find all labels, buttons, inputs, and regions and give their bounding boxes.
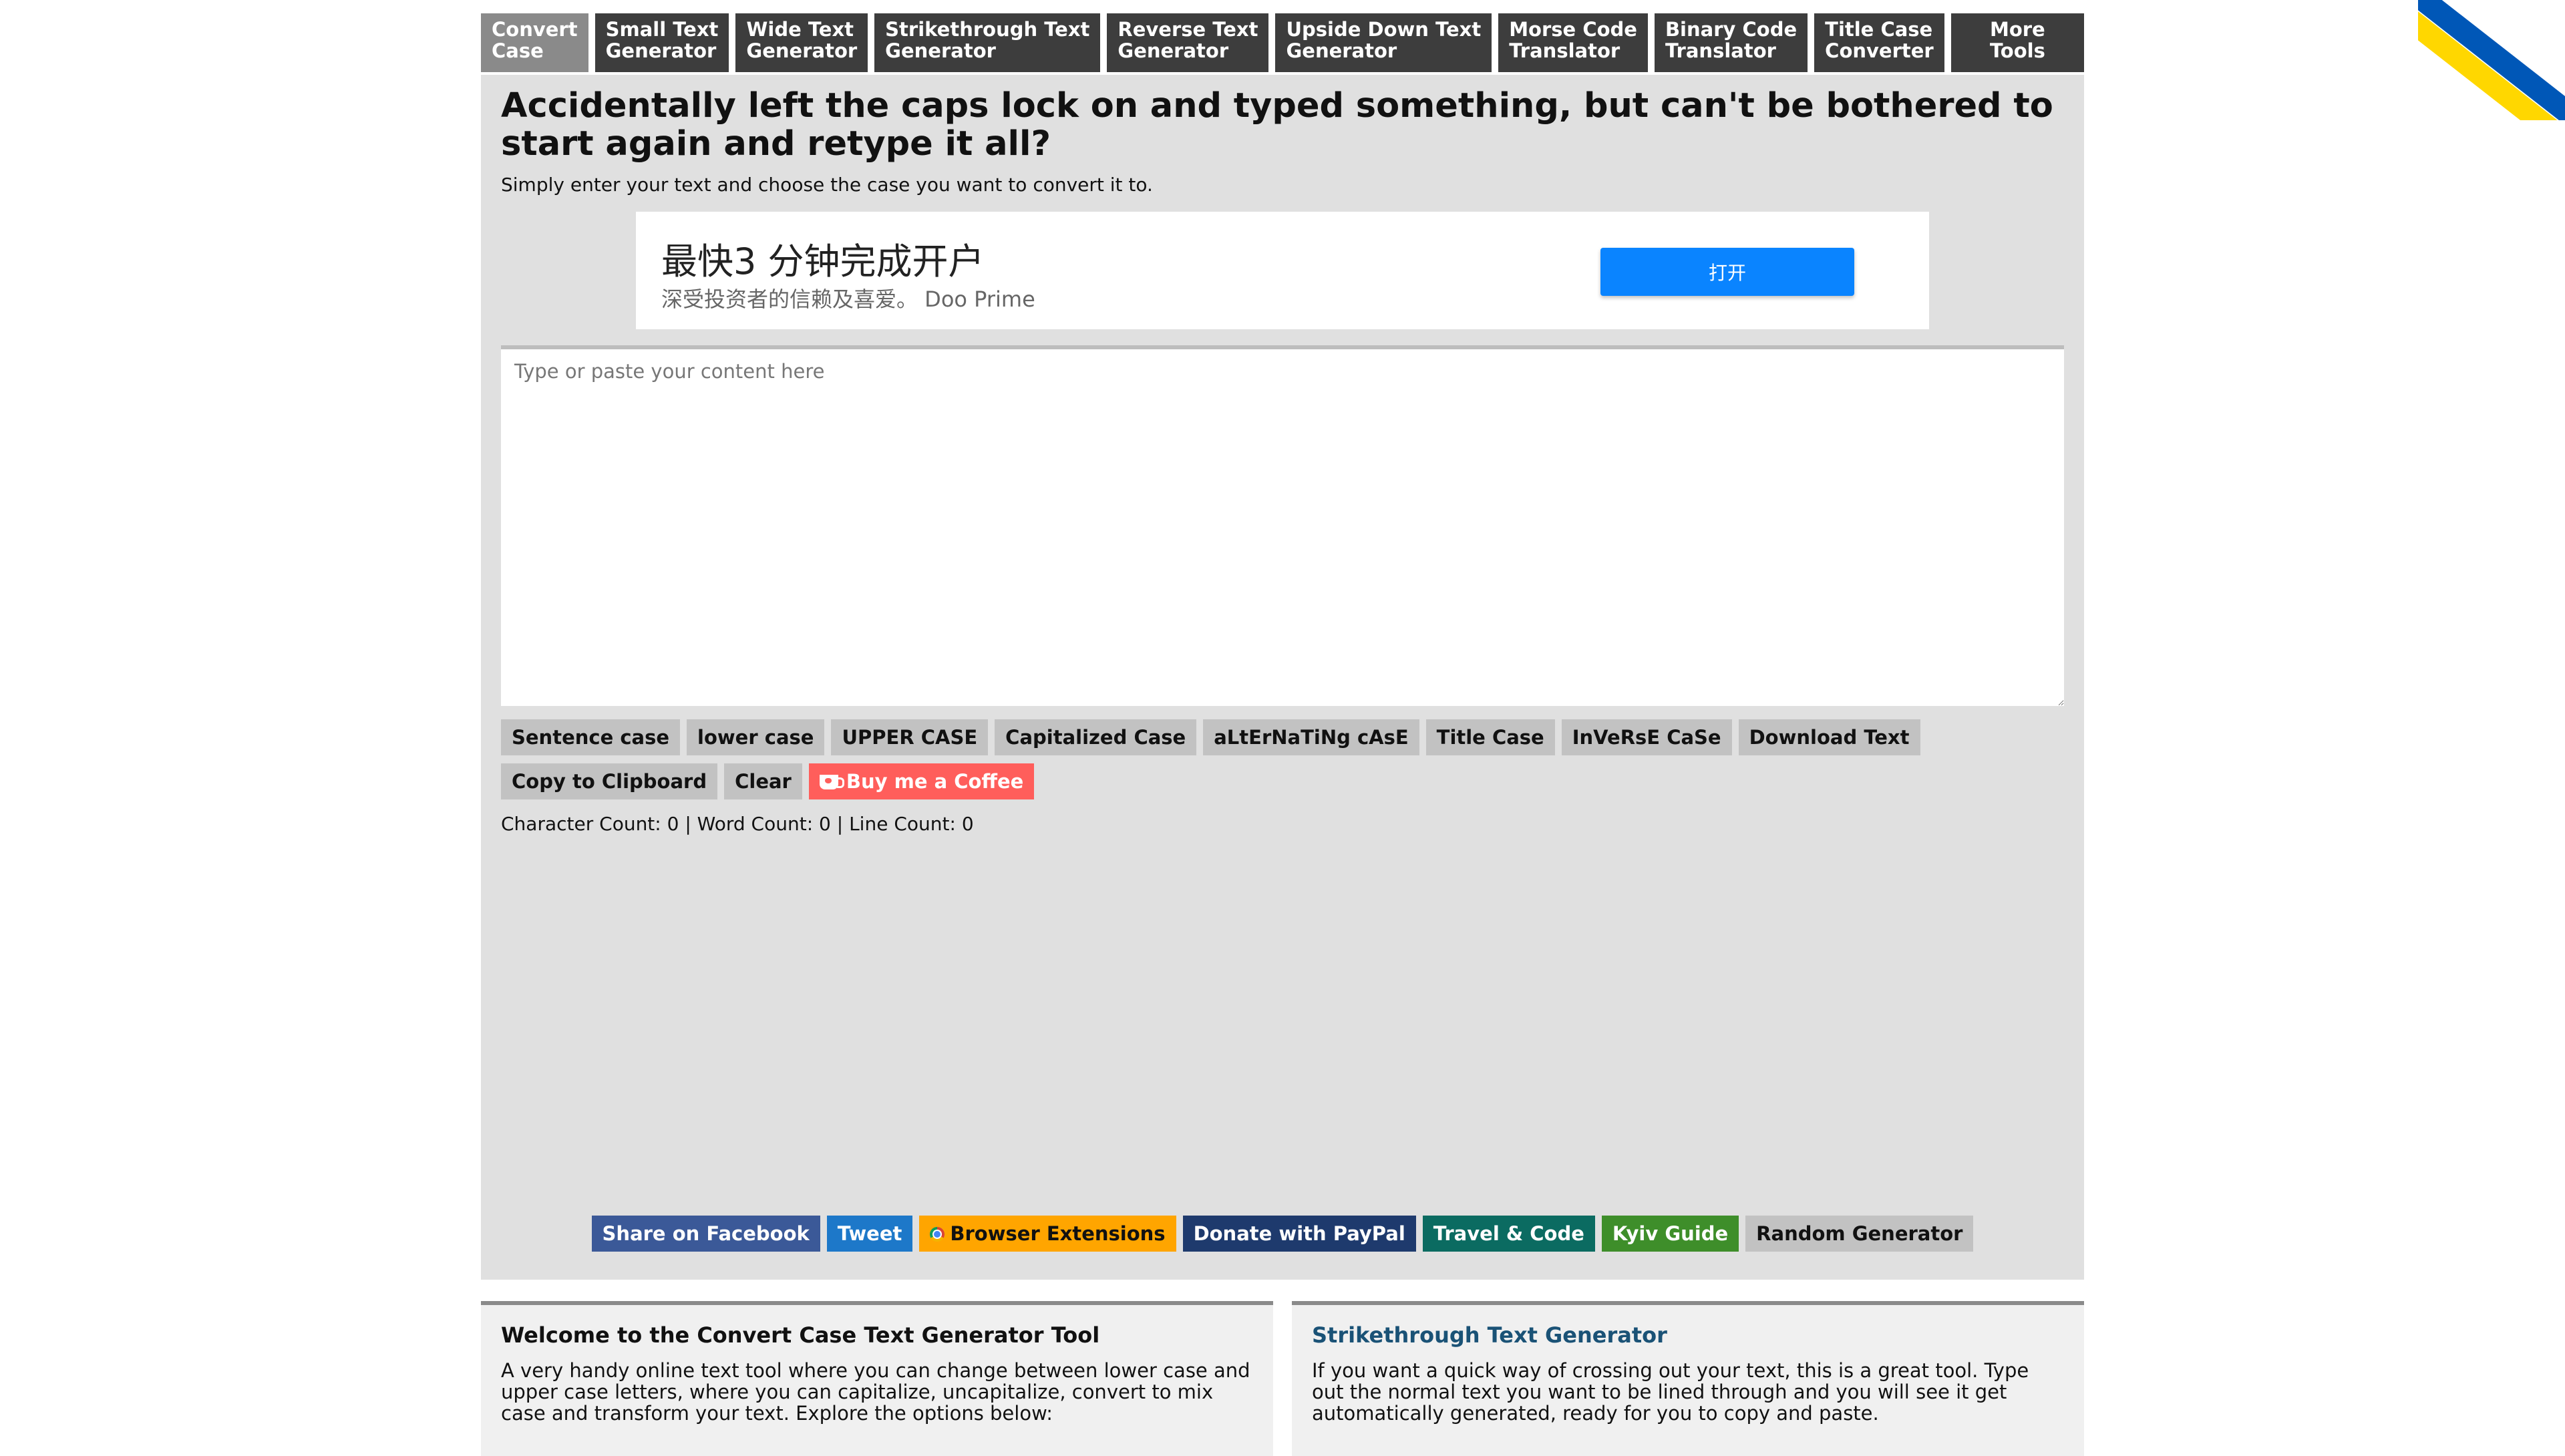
random-generator-button[interactable]: Random Generator: [1745, 1216, 1974, 1252]
page-wrapper: Convert Case Small Text Generator Wide T…: [481, 13, 2084, 1456]
nav-label-line2: Converter: [1825, 39, 1934, 62]
nav-label-line2: Translator: [1665, 39, 1776, 62]
coffee-button-label: Buy me a Coffee: [846, 770, 1024, 793]
ad-open-button[interactable]: 打开: [1600, 248, 1854, 296]
inverse-case-button[interactable]: InVeRsE CaSe: [1561, 719, 1732, 755]
nav-label-line2: Generator: [746, 39, 858, 62]
nav-label-line2: Generator: [1118, 39, 1229, 62]
browser-extensions-button[interactable]: Browser Extensions: [919, 1216, 1176, 1252]
nav-label-line2: Generator: [605, 39, 717, 62]
nav-label-line1: Convert: [492, 18, 578, 41]
sentence-case-button[interactable]: Sentence case: [501, 719, 681, 755]
ad-description: 深受投资者的信赖及喜爱。 Doo Prime: [661, 287, 1035, 312]
nav-title-case-converter[interactable]: Title Case Converter: [1814, 13, 1944, 72]
browser-extensions-label: Browser Extensions: [950, 1222, 1166, 1245]
copy-to-clipboard-button[interactable]: Copy to Clipboard: [501, 763, 718, 799]
tweet-button[interactable]: Tweet: [826, 1216, 913, 1252]
chrome-icon: [930, 1227, 945, 1242]
welcome-card: Welcome to the Convert Case Text Generat…: [481, 1301, 1273, 1456]
nav-label-line1: Reverse Text: [1118, 18, 1258, 41]
share-facebook-button[interactable]: Share on Facebook: [591, 1216, 820, 1252]
nav-strikethrough-text-generator[interactable]: Strikethrough Text Generator: [874, 13, 1101, 72]
nav-label-line2: Generator: [1286, 39, 1397, 62]
nav-small-text-generator[interactable]: Small Text Generator: [594, 13, 729, 72]
nav-label-line1: Upside Down Text: [1286, 18, 1482, 41]
share-links-row: Share on Facebook Tweet Browser Extensio…: [481, 1216, 2084, 1252]
ribbon-blue-stripe: [2418, 0, 2565, 120]
info-cards: Welcome to the Convert Case Text Generat…: [481, 1301, 2084, 1456]
case-buttons-row: Sentence case lower case UPPER CASE Capi…: [501, 719, 2064, 755]
nav-label-line2: Case: [492, 39, 544, 62]
nav-label-line1: Small Text: [605, 18, 719, 41]
nav-binary-code-translator[interactable]: Binary Code Translator: [1654, 13, 1808, 72]
nav-convert-case[interactable]: Convert Case: [481, 13, 588, 72]
advertisement-banner[interactable]: 最快3 分钟完成开户 深受投资者的信赖及喜爱。 Doo Prime 打开: [636, 212, 1929, 329]
welcome-card-text: A very handy online text tool where you …: [501, 1359, 1250, 1425]
nav-reverse-text-generator[interactable]: Reverse Text Generator: [1107, 13, 1269, 72]
ukraine-flag-ribbon: [2418, 0, 2565, 120]
top-navigation: Convert Case Small Text Generator Wide T…: [481, 13, 2084, 72]
travel-and-code-button[interactable]: Travel & Code: [1422, 1216, 1595, 1252]
lower-case-button[interactable]: lower case: [687, 719, 825, 755]
page-subtitle: Simply enter your text and choose the ca…: [501, 174, 1153, 196]
nav-upside-down-text-generator[interactable]: Upside Down Text Generator: [1275, 13, 1492, 72]
kyiv-guide-button[interactable]: Kyiv Guide: [1601, 1216, 1739, 1252]
welcome-card-title: Welcome to the Convert Case Text Generat…: [501, 1322, 1100, 1348]
nav-label-line1: Morse Code: [1509, 18, 1637, 41]
clear-button[interactable]: Clear: [724, 763, 802, 799]
strikethrough-card-link[interactable]: Strikethrough Text Generator: [1312, 1322, 1667, 1348]
alternating-case-button[interactable]: aLtErNaTiNg cAsE: [1203, 719, 1419, 755]
capitalized-case-button[interactable]: Capitalized Case: [995, 719, 1197, 755]
coffee-cup-icon: [819, 775, 844, 789]
page-title: Accidentally left the caps lock on and t…: [501, 86, 2053, 164]
title-case-button[interactable]: Title Case: [1425, 719, 1555, 755]
donate-paypal-button[interactable]: Donate with PayPal: [1182, 1216, 1416, 1252]
nav-wide-text-generator[interactable]: Wide Text Generator: [735, 13, 868, 72]
ad-title: 最快3 分钟完成开户: [661, 240, 985, 283]
nav-more-tools[interactable]: More Tools: [1950, 13, 2084, 72]
buy-me-a-coffee-button[interactable]: Buy me a Coffee: [808, 763, 1035, 799]
nav-label-line1: Strikethrough Text: [885, 18, 1090, 41]
nav-label-line2: Tools: [1989, 39, 2045, 62]
converter-panel: Accidentally left the caps lock on and t…: [481, 75, 2084, 1280]
strikethrough-card: Strikethrough Text Generator If you want…: [1292, 1301, 2084, 1456]
upper-case-button[interactable]: UPPER CASE: [831, 719, 989, 755]
nav-label-line2: Generator: [885, 39, 996, 62]
nav-label-line2: Translator: [1509, 39, 1620, 62]
nav-label-line1: Binary Code: [1665, 18, 1798, 41]
nav-label-line1: Wide Text: [746, 18, 854, 41]
strikethrough-card-heading: Strikethrough Text Generator: [1312, 1322, 2064, 1348]
text-input-area[interactable]: [501, 345, 2064, 706]
nav-morse-code-translator[interactable]: Morse Code Translator: [1498, 13, 1648, 72]
text-stats: Character Count: 0 | Word Count: 0 | Lin…: [501, 813, 974, 835]
download-text-button[interactable]: Download Text: [1738, 719, 1920, 755]
action-buttons-row: Copy to Clipboard Clear Buy me a Coffee: [501, 763, 2064, 799]
nav-label-line1: More: [1989, 18, 2045, 41]
nav-label-line1: Title Case: [1825, 18, 1933, 41]
strikethrough-card-text: If you want a quick way of crossing out …: [1312, 1359, 2029, 1425]
